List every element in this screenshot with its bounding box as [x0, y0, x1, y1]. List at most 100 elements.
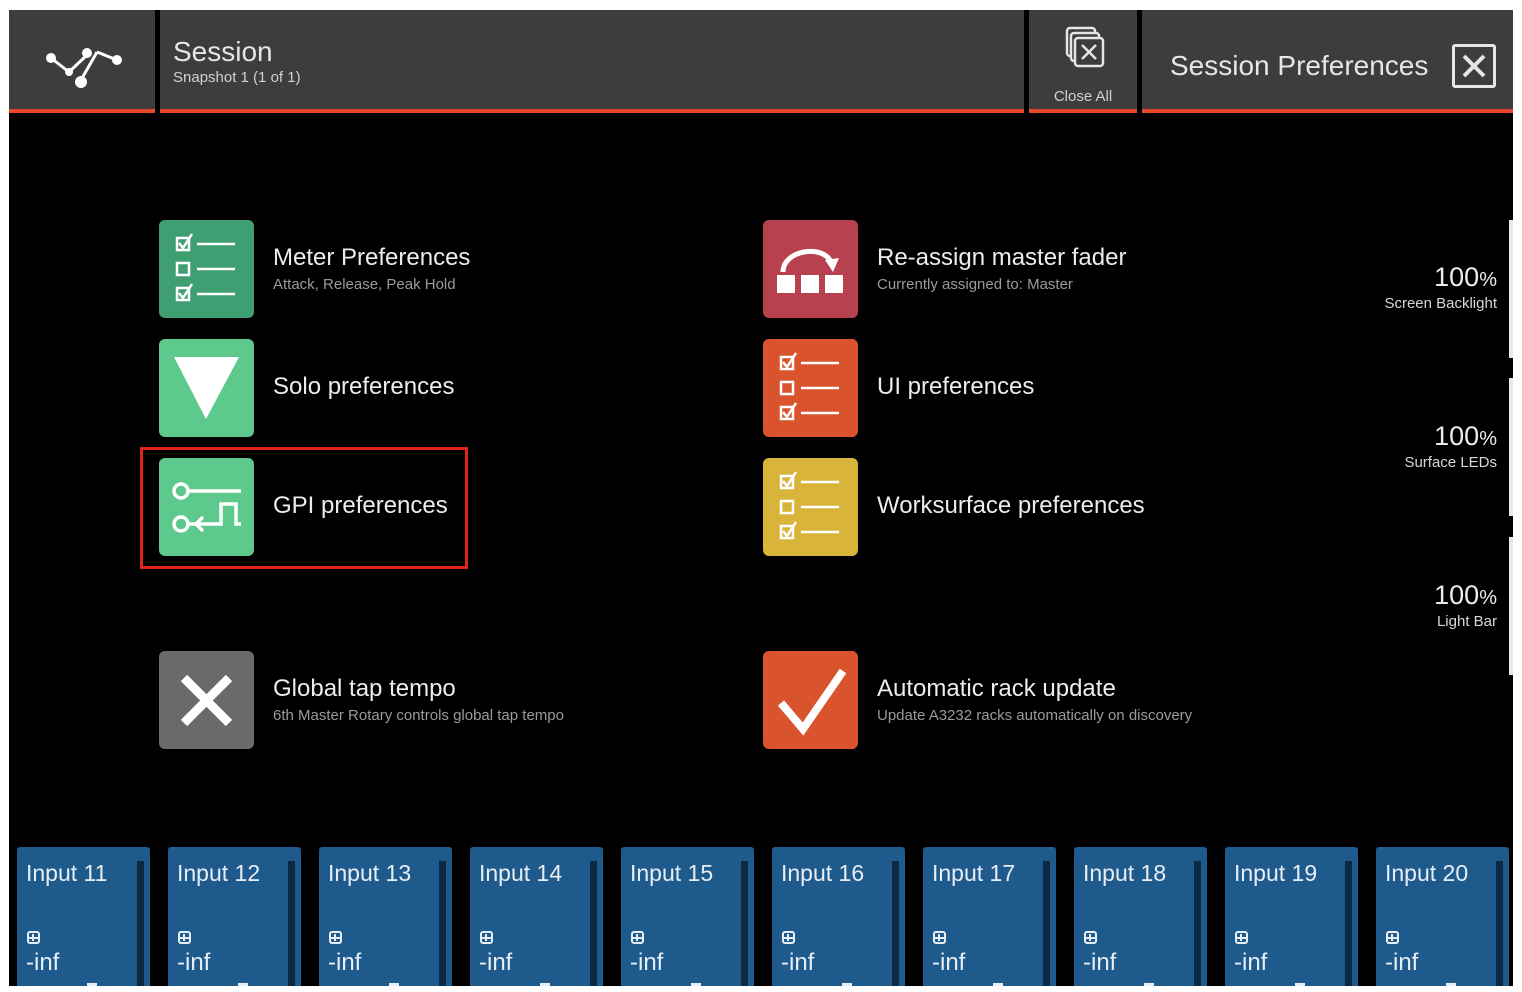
screen-backlight-label: Screen Backlight [1384, 295, 1497, 312]
channel-strip[interactable]: Input 17 -inf [923, 847, 1056, 986]
channel-strip[interactable]: Input 16 -inf [772, 847, 905, 986]
channel-name: Input 20 [1385, 860, 1469, 886]
session-info[interactable]: Session Snapshot 1 (1 of 1) [160, 10, 1024, 113]
channel-marker [842, 983, 852, 986]
channel-plus-icon [27, 931, 40, 944]
channel-plus-icon [1386, 931, 1399, 944]
worksurface-preferences-title: Worksurface preferences [877, 492, 1145, 519]
light-bar-unit: % [1479, 587, 1497, 609]
close-icon [1462, 54, 1486, 78]
close-all-button[interactable]: Close All [1029, 10, 1137, 113]
channel-marker [993, 983, 1003, 986]
global-tap-tempo-item[interactable]: Global tap tempo 6th Master Rotary contr… [159, 651, 659, 749]
channel-meter [137, 861, 144, 986]
channel-meter [1043, 861, 1050, 986]
channel-name: Input 12 [177, 860, 261, 886]
channel-marker [87, 983, 97, 986]
meter-preferences-item[interactable]: Meter Preferences Attack, Release, Peak … [159, 220, 559, 318]
screen-backlight-slider[interactable] [1509, 220, 1513, 358]
channel-strip[interactable]: Input 11 -inf [17, 847, 150, 986]
panel-title: Session Preferences [1170, 50, 1429, 81]
channel-plus-icon [782, 931, 795, 944]
channel-meter [741, 861, 748, 986]
automatic-rack-update-subtitle: Update A3232 racks automatically on disc… [877, 707, 1193, 724]
channel-meter [439, 861, 446, 986]
solo-preferences-title: Solo preferences [273, 373, 455, 400]
ui-preferences-item[interactable]: UI preferences [763, 339, 1163, 437]
channel-meter [1345, 861, 1352, 986]
channel-plus-icon [329, 931, 342, 944]
surface-leds-value: 100 [1434, 421, 1480, 451]
checklist-icon [763, 339, 858, 437]
checklist-icon [763, 458, 858, 556]
channel-level: -inf [177, 949, 211, 976]
channel-plus-icon [933, 931, 946, 944]
channel-level: -inf [1234, 949, 1268, 976]
checklist-icon [159, 220, 254, 318]
channel-strip[interactable]: Input 18 -inf [1074, 847, 1207, 986]
surface-leds-unit: % [1479, 428, 1497, 450]
reassign-master-fader-subtitle: Currently assigned to: Master [877, 276, 1073, 293]
channel-marker [540, 983, 550, 986]
light-bar-slider[interactable] [1509, 537, 1513, 675]
channel-meter [590, 861, 597, 986]
channel-plus-icon [480, 931, 493, 944]
screen-backlight-unit: % [1479, 269, 1497, 291]
reassign-master-fader-item[interactable]: Re-assign master fader Currently assigne… [763, 220, 1243, 318]
network-logo-icon [46, 48, 122, 88]
channel-name: Input 16 [781, 860, 865, 886]
channel-meter [288, 861, 295, 986]
channel-name: Input 14 [479, 860, 563, 886]
session-title: Session [173, 36, 273, 67]
screen-backlight-level: 100% Screen Backlight [1384, 262, 1497, 312]
channel-plus-icon [1235, 931, 1248, 944]
channel-name: Input 13 [328, 860, 412, 886]
channel-strip[interactable]: Input 13 -inf [319, 847, 452, 986]
channel-name: Input 15 [630, 860, 714, 886]
channel-level: -inf [328, 949, 362, 976]
close-panel-button[interactable] [1452, 44, 1496, 88]
channel-plus-icon [631, 931, 644, 944]
light-bar-label: Light Bar [1436, 613, 1497, 630]
global-tap-tempo-title: Global tap tempo [273, 675, 456, 702]
session-preferences-header: Session Preferences [1142, 10, 1513, 113]
highlight-box [140, 447, 468, 569]
channel-strip[interactable]: Input 14 -inf [470, 847, 603, 986]
worksurface-preferences-item[interactable]: Worksurface preferences [763, 458, 1183, 556]
surface-leds-label: Surface LEDs [1404, 454, 1497, 471]
checkmark-icon [763, 651, 858, 749]
channel-meter [892, 861, 899, 986]
automatic-rack-update-title: Automatic rack update [877, 675, 1116, 702]
channel-strip[interactable]: Input 19 -inf [1225, 847, 1358, 986]
automatic-rack-update-item[interactable]: Automatic rack update Update A3232 racks… [763, 651, 1263, 749]
logo-button[interactable] [9, 10, 155, 113]
reassign-fader-icon [763, 220, 858, 318]
channel-level: -inf [630, 949, 664, 976]
channel-marker [1295, 983, 1305, 986]
solo-preferences-item[interactable]: Solo preferences [159, 339, 559, 437]
surface-leds-level: 100% Surface LEDs [1404, 421, 1497, 471]
channel-level: -inf [781, 949, 815, 976]
close-all-label: Close All [1053, 88, 1113, 105]
channel-marker [1144, 983, 1154, 986]
channel-strip[interactable]: Input 15 -inf [621, 847, 754, 986]
snapshot-subtitle: Snapshot 1 (1 of 1) [173, 69, 301, 86]
channel-level: -inf [26, 949, 60, 976]
light-bar-value: 100 [1434, 580, 1480, 610]
triangle-down-icon [159, 339, 254, 437]
channel-marker [691, 983, 701, 986]
channel-strip[interactable]: Input 20 -inf [1376, 847, 1509, 986]
close-all-icon [1065, 26, 1105, 68]
channel-level: -inf [479, 949, 513, 976]
channel-name: Input 18 [1083, 860, 1167, 886]
channel-strip[interactable]: Input 12 -inf [168, 847, 301, 986]
channel-name: Input 11 [26, 860, 108, 886]
ui-preferences-title: UI preferences [877, 373, 1035, 400]
light-bar-level: 100% Light Bar [1434, 580, 1497, 630]
meter-preferences-subtitle: Attack, Release, Peak Hold [273, 276, 456, 293]
channel-level: -inf [1385, 949, 1419, 976]
channel-level: -inf [1083, 949, 1117, 976]
reassign-master-fader-title: Re-assign master fader [877, 244, 1127, 271]
surface-leds-slider[interactable] [1509, 378, 1513, 516]
channel-name: Input 17 [932, 860, 1016, 886]
